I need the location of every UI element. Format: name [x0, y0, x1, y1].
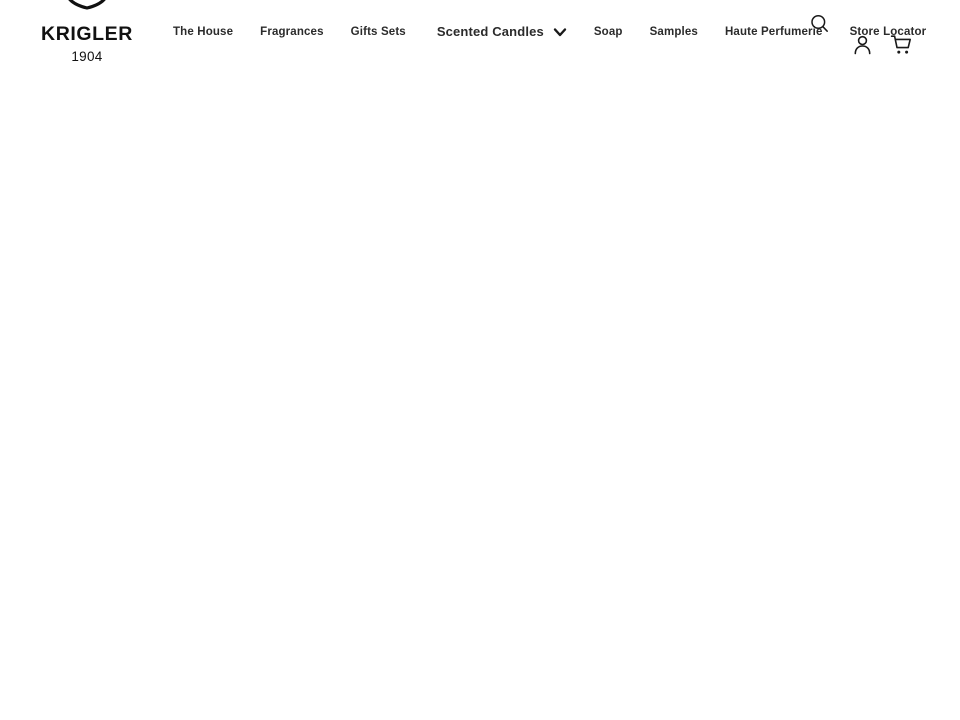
- brand-wordmark: KRIGLER: [41, 23, 133, 45]
- nav-item-scented-candles-label[interactable]: Scented Candles: [437, 23, 544, 41]
- search-icon: [811, 14, 828, 32]
- nav-item-scented-candles[interactable]: Scented Candles: [437, 23, 568, 41]
- account-button[interactable]: [852, 34, 873, 55]
- search-button[interactable]: [809, 13, 830, 34]
- user-icon: [854, 35, 871, 55]
- brand-year: 1904: [71, 48, 103, 64]
- nav-item-samples[interactable]: Samples: [650, 23, 698, 41]
- page-body: [0, 72, 960, 720]
- shopping-cart-icon: [890, 35, 911, 54]
- cart-button[interactable]: [890, 34, 912, 56]
- brand-logo[interactable]: M KRIGLER 1904: [37, 0, 137, 63]
- nav-item-gifts-sets[interactable]: Gifts Sets: [351, 23, 406, 41]
- nav-item-fragrances[interactable]: Fragrances: [260, 23, 324, 41]
- site-header: M KRIGLER 1904 The House Fragrances Gift…: [0, 0, 960, 72]
- nav-item-the-house[interactable]: The House: [173, 23, 233, 41]
- chevron-down-icon[interactable]: [552, 24, 568, 40]
- krigler-crest-icon: M: [68, 0, 106, 10]
- nav-item-soap[interactable]: Soap: [594, 23, 623, 41]
- nav-item-haute-perfumerie[interactable]: Haute Perfumerie: [725, 23, 823, 41]
